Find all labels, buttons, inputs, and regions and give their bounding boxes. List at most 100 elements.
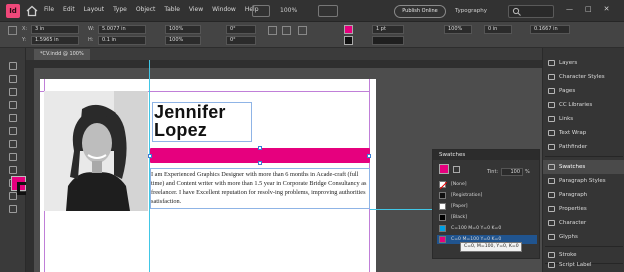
- menu-object[interactable]: Object: [136, 6, 156, 13]
- vertical-ruler: [26, 68, 34, 272]
- arrange-documents-icon[interactable]: [252, 5, 270, 17]
- panel-pages[interactable]: Pages: [543, 84, 624, 98]
- menu-edit[interactable]: Edit: [63, 6, 75, 13]
- reference-point-icon[interactable]: [8, 26, 17, 35]
- swatch-row[interactable]: C=100 M=0 Y=0 K=0: [437, 224, 537, 233]
- panel-pathfinder[interactable]: Pathfinder: [543, 140, 624, 154]
- swatch-row[interactable]: [Paper]: [437, 202, 537, 211]
- pages-icon: [548, 88, 555, 94]
- panel-layers[interactable]: Layers: [543, 56, 624, 70]
- swatch-label: [Black]: [451, 215, 468, 220]
- panel-paragraph[interactable]: Paragraph: [543, 188, 624, 202]
- h-label: H:: [88, 37, 94, 43]
- panel-glyphs[interactable]: Glyphs: [543, 230, 624, 244]
- panel-links[interactable]: Links: [543, 112, 624, 126]
- menu-table[interactable]: Table: [164, 6, 180, 13]
- panel-cc-libraries[interactable]: CC Libraries: [543, 98, 624, 112]
- w-field[interactable]: 5.0077 in: [98, 25, 146, 34]
- pen-tool-icon[interactable]: [9, 127, 17, 135]
- screen-mode-icon[interactable]: [318, 5, 338, 17]
- panel-label: Paragraph Styles: [559, 178, 606, 184]
- h-field[interactable]: 0.1 in: [98, 36, 146, 45]
- stroke-color-icon[interactable]: [344, 36, 353, 45]
- opacity-field[interactable]: 100%: [444, 25, 472, 34]
- minimize-button[interactable]: —: [566, 5, 573, 13]
- y-field[interactable]: 1.5965 in: [31, 36, 79, 45]
- x-field[interactable]: 3 in: [31, 25, 79, 34]
- panel-script-label[interactable]: Script Label: [543, 258, 624, 272]
- free-transform-tool-icon[interactable]: [9, 192, 17, 200]
- shear-field[interactable]: 0°: [226, 36, 256, 45]
- panel-dock: Layers Character Styles Pages CC Librari…: [542, 48, 624, 272]
- cyan-swatch-icon: [439, 225, 446, 232]
- swatch-row[interactable]: [Black]: [437, 213, 537, 222]
- direct-selection-tool-icon[interactable]: [9, 75, 17, 83]
- panel-label: Script Label: [559, 262, 592, 268]
- menu-window[interactable]: Window: [212, 6, 236, 13]
- stroke-type-field[interactable]: [372, 36, 404, 45]
- rectangle-tool-icon[interactable]: [9, 166, 17, 174]
- panel-character-styles[interactable]: Character Styles: [543, 70, 624, 84]
- rotate-field[interactable]: 0°: [226, 25, 256, 34]
- panel-label: Text Wrap: [559, 130, 587, 136]
- menu-layout[interactable]: Layout: [84, 6, 104, 13]
- first-name: Jennifer: [154, 102, 226, 122]
- page-tool-icon[interactable]: [9, 88, 17, 96]
- panel-label: Glyphs: [559, 234, 578, 240]
- flip-icon[interactable]: [298, 26, 307, 35]
- selection-handle[interactable]: [367, 154, 371, 158]
- pathfinder-icon: [548, 144, 555, 150]
- name-heading: Jennifer Lopez: [154, 103, 252, 140]
- panel-character[interactable]: Character: [543, 216, 624, 230]
- rotate-90-icon[interactable]: [268, 26, 277, 35]
- control-bar: X: 3 in Y: 1.5965 in W: 5.0077 in H: 0.1…: [0, 22, 624, 48]
- stroke-toggle-icon[interactable]: [453, 166, 460, 173]
- swatch-label: [None]: [451, 182, 467, 187]
- ruler-guide: [370, 209, 432, 210]
- panel-label: Character Styles: [559, 74, 605, 80]
- rectangle-frame-tool-icon[interactable]: [9, 153, 17, 161]
- paper-swatch-icon: [439, 203, 446, 210]
- panel-swatches[interactable]: Swatches: [543, 160, 624, 174]
- publish-online-button[interactable]: Publish Online: [394, 5, 446, 18]
- home-icon[interactable]: [25, 4, 39, 18]
- search-icon: [512, 7, 521, 16]
- zoom-level[interactable]: 100%: [280, 4, 297, 18]
- gradient-tool-icon[interactable]: [9, 205, 17, 213]
- selection-tool-icon[interactable]: [9, 62, 17, 70]
- panel-properties[interactable]: Properties: [543, 202, 624, 216]
- swatches-title[interactable]: Swatches: [439, 152, 465, 158]
- tint-field[interactable]: 100: [501, 168, 523, 176]
- selection-handle[interactable]: [258, 161, 262, 165]
- type-tool-icon[interactable]: [9, 101, 17, 109]
- window-controls: — □ ✕: [566, 5, 610, 13]
- workspace-switcher[interactable]: Typography: [455, 5, 487, 17]
- menu-file[interactable]: File: [44, 6, 54, 13]
- search-field[interactable]: [508, 5, 554, 18]
- cc-libraries-icon: [548, 102, 555, 108]
- panel-paragraph-styles[interactable]: Paragraph Styles: [543, 174, 624, 188]
- fill-color-icon[interactable]: [344, 25, 353, 34]
- menu-bar: Id File Edit Layout Type Object Table Vi…: [0, 0, 624, 22]
- swatch-row[interactable]: [Registration]: [437, 191, 537, 200]
- document-tab[interactable]: *CV.indd @ 100%: [34, 49, 90, 60]
- pencil-tool-icon[interactable]: [9, 140, 17, 148]
- swatch-row[interactable]: [None]: [437, 180, 537, 189]
- menu-type[interactable]: Type: [113, 6, 127, 13]
- gap-field[interactable]: 0.1667 in: [530, 25, 570, 34]
- maximize-button[interactable]: □: [585, 5, 592, 13]
- menu-view[interactable]: View: [189, 6, 203, 13]
- stroke-weight-field[interactable]: 1 pt: [372, 25, 404, 34]
- scale-y-field[interactable]: 100%: [165, 36, 201, 45]
- reference-field[interactable]: 0 in: [484, 25, 512, 34]
- links-icon: [548, 116, 555, 122]
- flip-horizontal-icon[interactable]: [282, 26, 291, 35]
- profile-photo[interactable]: [44, 91, 148, 211]
- close-button[interactable]: ✕: [604, 5, 610, 13]
- scale-x-field[interactable]: 100%: [165, 25, 201, 34]
- panel-text-wrap[interactable]: Text Wrap: [543, 126, 624, 140]
- selection-handle[interactable]: [258, 146, 262, 150]
- fill-color-icon[interactable]: [439, 164, 449, 174]
- line-tool-icon[interactable]: [9, 114, 17, 122]
- selection-handle[interactable]: [148, 154, 152, 158]
